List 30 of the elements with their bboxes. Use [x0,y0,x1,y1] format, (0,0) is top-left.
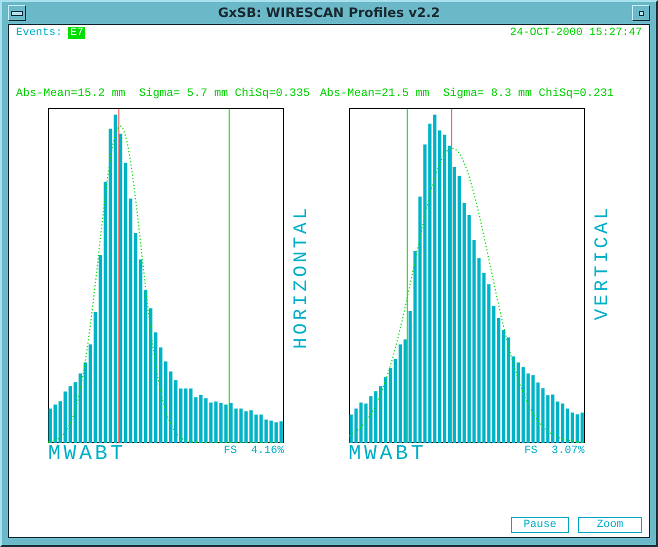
fs-label: FS [524,445,538,457]
histogram-bar [68,386,72,443]
histogram-bar [550,394,554,443]
histogram-bar [179,388,182,443]
window-menu-button[interactable] [8,5,26,21]
pause-button[interactable]: Pause [511,517,569,533]
plane-label: HORIZONTAL [292,205,310,350]
plane-label: VERTICAL [592,205,610,320]
timestamp: 24-OCT-2000 15:27:47 [510,27,642,39]
fs-label: FS [224,445,237,457]
histogram-bar [374,391,377,443]
histogram-bar [580,412,584,443]
histogram-bar [184,388,188,443]
histogram-bar [58,401,62,443]
histogram-bar [48,408,52,443]
window-title: GxSB: WIRESCAN Profiles v2.2 [216,6,442,20]
histogram-bar [174,380,178,443]
fs-value: 3.07% [551,445,584,457]
events-label: Events: [16,27,62,39]
histogram-bar [169,371,172,443]
maximize-button[interactable] [632,5,650,21]
axis-label: MWABT [48,443,126,467]
histogram-bar [64,392,67,443]
events-value: E7 [68,27,86,39]
fit-statistics: Abs-Mean=15.2 mm Sigma= 5.7 mm ChiSq=0.335 [16,88,310,100]
fit-statistics: Abs-Mean=21.5 mm Sigma= 8.3 mm ChiSq=0.231 [320,88,614,100]
fs-value: 4.16% [250,445,284,457]
histogram-bar [54,404,57,443]
axis-label: MWABT [348,443,427,467]
zoom-button[interactable]: Zoom [578,517,642,533]
